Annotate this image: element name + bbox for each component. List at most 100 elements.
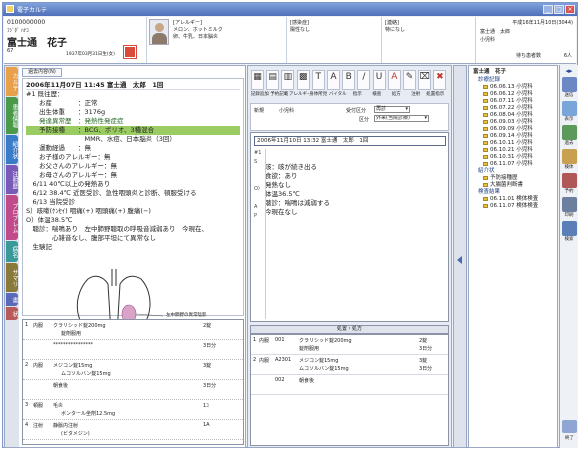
vtab-0[interactable]: カルテ [6,67,18,96]
orders-grid[interactable]: 1 内服 001 クラリシッド錠200mg 2錠 錠剤服用 3日分 2 内服 A2301 メジコン錠… [250,334,449,446]
tree-group[interactable]: 紹介状 [478,168,495,175]
side-icon-2[interactable]: 過去 [560,125,578,146]
tree-item[interactable]: 06.10.11 小児科 [490,140,533,147]
visit-label: 新規 [254,108,265,114]
soap-editor[interactable]: 2006年11月10日 13:32 富士通 太郎 1回 #1 S O） A P 咳：咳が… [250,132,449,322]
contact-cell[interactable]: [連絡] 特になし [382,17,476,63]
record-line: 生験記 [26,243,53,251]
allergy-cell[interactable]: [アレルギー] メロン、ホットミルク 卵、牛乳、日本脳炎 [147,17,287,63]
tree-item[interactable]: 06.09.03 小児科 [490,119,533,126]
past-order-type: 注射 [33,423,44,429]
waiting-label: 待ち患者数 [516,53,542,59]
tree-item[interactable]: 06.09.09 小児科 [490,126,533,133]
toolbar-button-3[interactable]: ▩ [296,70,310,90]
tree-item[interactable]: 06.09.14 小児科 [490,133,533,140]
vtab-6[interactable]: サマリ [6,263,18,292]
soap-text: 咳：咳が続き出る 食欲：あり 発熱なし 体温36.5℃ 聴診：喘鳴は減弱する 今現在なし [265,163,445,217]
infection-cell[interactable]: [感染症] 陽性なし [287,17,382,63]
folder-icon [483,106,488,110]
record-line: お母さんのアレルギー：無 [26,171,117,179]
splitter[interactable] [453,65,467,448]
nav-arrows-icon[interactable]: ◂▸ [560,67,578,75]
order-drug: クラリシッド錠200mg [299,338,352,344]
past-record-tab[interactable]: 過去内容(N) [22,68,62,77]
type-select[interactable]: 外来(当院診療) ▾ [374,115,429,122]
toolbar-row2-label[interactable]: 処置指示 [426,91,446,97]
toolbar-row2-label[interactable]: 処方 [387,91,407,97]
app-icon [6,5,14,13]
order-days: 3日分 [419,346,433,352]
toolbar-row2-label[interactable]: 身体所見 [309,91,329,97]
kind-select[interactable]: 再診 ▾ [374,106,410,113]
tree-item[interactable]: 大腸菌判断書 [490,182,523,189]
tree-item[interactable]: 06.06.12 小児科 [490,91,533,98]
past-orders-rows: 1 内服 クラリシッド錠200mg 2錠 錠剤服用 **************** 3日分… [23,320,243,440]
side-icon-label: 送信 [564,93,574,98]
tree-item[interactable]: 06.08.04 小児科 [490,112,533,119]
past-order-drug: 毛炎 [53,403,64,409]
side-icon-4[interactable]: 予約 [560,173,578,194]
toolbar-button-8[interactable]: U [372,70,386,90]
collapse-arrow-icon[interactable] [457,256,462,264]
tree-item[interactable]: 06.06.13 小児科 [490,84,533,91]
tree-item[interactable]: 06.10.31 小児科 [490,154,533,161]
folder-icon [483,85,488,89]
toolbar-button-1[interactable]: ▤ [266,70,280,90]
tree-group[interactable]: 検査結果 [478,189,500,196]
order-row[interactable]: 2 内服 A2301 メジコン錠15mg 3錠 ムコソルバン錠15mg 3日分 [251,355,448,375]
tree-item[interactable]: 06.11.07 小児科 [490,161,533,168]
toolbar-button-5[interactable]: A [327,70,340,90]
toolbar-glyph-icon: A [330,72,337,82]
toolbar-button-12[interactable]: ✖ [433,70,447,90]
close-button[interactable]: × [565,5,575,14]
vtab-7[interactable]: 書 [6,293,18,306]
allergy-line-1: メロン、ホットミルク [173,27,223,33]
toolbar-button-0[interactable]: ▦ [251,70,264,90]
side-icon-0[interactable]: 送信 [560,77,578,98]
toolbar-button-4[interactable]: T [311,70,325,90]
past-order-row: 3 頓服 毛炎 1ｺ ボンタール坐剤12.5mg [23,400,243,420]
vtab-1[interactable]: 患者情報 [6,97,18,134]
toolbar-row2-label[interactable]: 予約記載 [270,91,290,97]
toolbar-glyph-icon: ▦ [253,72,262,82]
vtab-5[interactable]: 病名 [6,241,18,262]
tree-group[interactable]: 診療記録 [478,77,500,84]
past-order-drug: 朝食後 [53,383,69,389]
order-row[interactable]: 1 内服 001 クラリシッド錠200mg 2錠 錠剤服用 3日分 [251,335,448,355]
vtab-3[interactable]: 注射歴 [6,165,18,194]
tree-item[interactable]: 06.10.21 小児科 [490,147,533,154]
toolbar-row2-label[interactable]: バイタル [328,91,348,97]
maximize-button[interactable]: □ [554,5,564,14]
toolbar-row2-label[interactable]: 記録追加 [250,91,270,97]
side-icon-1[interactable]: 表示 [560,101,578,122]
vertical-tab-bar: カルテ 患者情報 紹介状 注射歴 プロブレム 病名 サマリ書状 [5,66,19,447]
tree-item[interactable]: 06.07.22 小児科 [490,105,533,112]
toolbar-row2-label[interactable]: 注射 [406,91,426,97]
toolbar-button-6[interactable]: B [342,70,356,90]
toolbar-button-2[interactable]: ▥ [281,70,295,90]
side-icon-3[interactable]: 検体 [560,149,578,170]
side-tool-icon [562,125,577,140]
tree-item[interactable]: 06.11.01 検体検査 [490,196,538,203]
contact-title: [連絡] [385,20,399,26]
tree-root[interactable]: 富士通 花子 [473,69,506,76]
vtab-4[interactable]: プロブレム [6,195,18,240]
toolbar-button-9[interactable]: A [387,70,401,90]
tree-item[interactable]: 予防接種歴 [490,175,518,182]
tree-item[interactable]: 06.07.11 小児科 [490,98,533,105]
toolbar-row2-label[interactable]: 指示 [348,91,368,97]
toolbar-button-10[interactable]: ✎ [403,70,416,90]
side-icon-6[interactable]: 検索 [560,221,578,242]
exit-door-icon[interactable] [562,420,577,433]
side-icon-5[interactable]: 印刷 [560,197,578,218]
vtab-8[interactable]: 状 [6,307,18,320]
past-order-qty: 1ｺ [203,403,209,409]
order-row[interactable]: 002 朝食後 [251,375,448,395]
toolbar-row2-label[interactable]: 検査 [367,91,387,97]
toolbar-button-11[interactable]: ⌧ [418,70,432,90]
vtab-2[interactable]: 紹介状 [6,135,18,164]
tree-item[interactable]: 06.11.07 検体検査 [490,203,538,210]
toolbar-row2-label[interactable]: アレルギー [289,91,309,97]
minimize-button[interactable]: _ [543,5,553,14]
toolbar-button-7[interactable]: / [357,70,371,90]
